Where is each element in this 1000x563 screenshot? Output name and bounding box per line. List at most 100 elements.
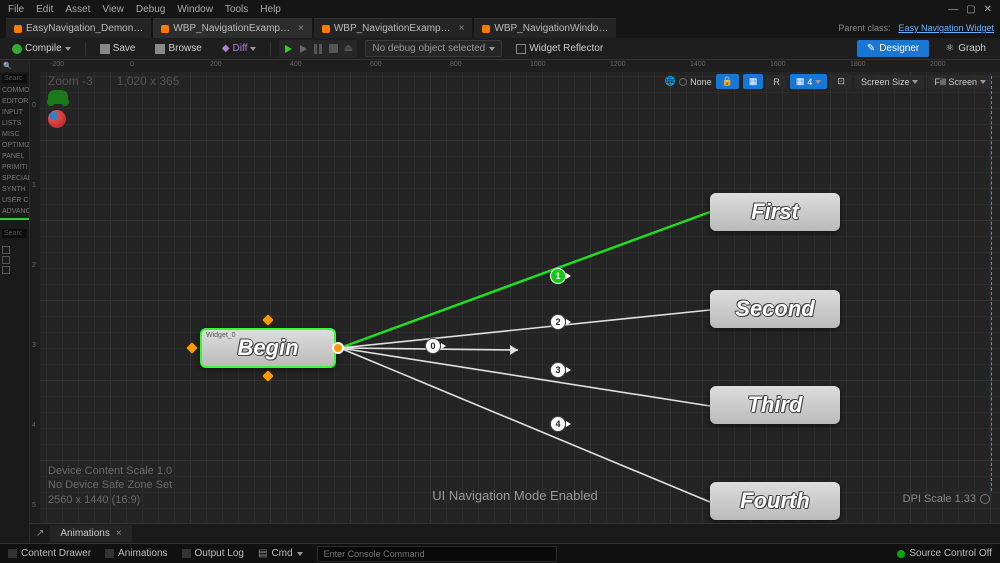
palette-category[interactable]: OPTIMIZ	[0, 140, 29, 151]
hierarchy-search[interactable]: Searc	[2, 229, 27, 238]
nav-pin-1[interactable]: 1	[550, 268, 566, 284]
menu-tools[interactable]: Tools	[225, 4, 248, 15]
ruler-vertical: 012345	[30, 72, 40, 543]
globe-small-icon: 🌐	[665, 76, 676, 87]
film-icon	[105, 549, 114, 558]
palette-category[interactable]: USER CR	[0, 195, 29, 206]
loc-none[interactable]: 🌐None	[665, 76, 712, 87]
close-icon[interactable]: ×	[116, 528, 122, 539]
zoom-fit-button[interactable]: ⊡	[831, 74, 851, 89]
node-target-0[interactable]: First	[710, 193, 840, 231]
nav-pin-3[interactable]: 3	[550, 362, 566, 378]
eject-button[interactable]: ⏏	[341, 42, 355, 56]
play-button[interactable]	[281, 42, 295, 56]
menu-window[interactable]: Window	[177, 4, 213, 15]
tab-2[interactable]: WBP_NavigationExamp… ×	[314, 18, 473, 38]
tab-label: WBP_NavigationWindo…	[494, 23, 608, 34]
palette-category[interactable]: PANEL	[0, 151, 29, 162]
diff-button[interactable]: ◆Diff	[216, 41, 263, 56]
gamepad-icon[interactable]	[48, 90, 68, 104]
minimize-icon[interactable]: —	[948, 4, 958, 15]
pause-button[interactable]	[311, 42, 325, 56]
snap-icon: ▦	[796, 76, 805, 87]
canvas-toolbar: 🌐None 🔒 ▦ R ▦4 ⊡ Screen Size Fill Screen	[665, 74, 992, 89]
output-log-button[interactable]: Output Log	[182, 548, 244, 559]
designer-button[interactable]: ✎Designer	[857, 40, 929, 57]
source-control-button[interactable]: Source Control Off	[897, 548, 992, 559]
menu-debug[interactable]: Debug	[136, 4, 165, 15]
graph-button[interactable]: ⚛Graph	[937, 40, 994, 57]
palette-category[interactable]: SYNTH	[0, 184, 29, 195]
palette-category[interactable]: COMMON	[0, 85, 29, 96]
snap-button[interactable]: ▦4	[790, 74, 828, 89]
close-icon[interactable]: ×	[459, 23, 465, 34]
palette-category[interactable]: PRIMITI	[0, 162, 29, 173]
designer-canvas[interactable]: -200020040060080010001200140016001800200…	[30, 60, 1000, 543]
stop-button[interactable]	[326, 42, 340, 56]
output-port[interactable]	[332, 342, 344, 354]
palette-panel[interactable]: 🔍 Searc COMMONEDITORINPUTLISTSMISCOPTIMI…	[0, 60, 30, 543]
content-drawer-button[interactable]: Content Drawer	[8, 548, 91, 559]
save-icon	[100, 44, 110, 54]
maximize-icon[interactable]: ▢	[966, 4, 975, 15]
screen-size-select[interactable]: Screen Size	[855, 75, 925, 89]
close-icon[interactable]: ×	[298, 23, 304, 34]
node-begin[interactable]: Widget_0 Begin	[200, 328, 336, 368]
play-alt-button[interactable]	[296, 42, 310, 56]
check-icon	[897, 550, 905, 558]
dpi-scale[interactable]: DPI Scale 1.33	[903, 493, 990, 505]
world-icon[interactable]	[48, 110, 66, 128]
tab-3[interactable]: WBP_NavigationWindo…	[474, 18, 616, 38]
menu-help[interactable]: Help	[260, 4, 281, 15]
nav-pin-0[interactable]: 0	[425, 338, 441, 354]
diff-icon: ◆	[222, 43, 230, 54]
cmd-select[interactable]: ▤Cmd	[258, 548, 303, 559]
node-target-2[interactable]: Third	[710, 386, 840, 424]
parent-class-link[interactable]: Easy Navigation Widget	[898, 23, 994, 33]
tab-animations[interactable]: Animations×	[50, 525, 131, 542]
palette-category[interactable]: LISTS	[0, 118, 29, 129]
graph-icon: ⚛	[945, 43, 954, 54]
layout-icon[interactable]	[2, 246, 10, 254]
node-label: Third	[748, 392, 803, 418]
menu-edit[interactable]: Edit	[36, 4, 53, 15]
palette-category[interactable]: SPECIAL	[0, 173, 29, 184]
tab-label: WBP_NavigationExamp…	[334, 23, 451, 34]
log-icon	[182, 549, 191, 558]
lock-button[interactable]: 🔒	[716, 74, 739, 89]
palette-category[interactable]: EDITOR	[0, 96, 29, 107]
navigation-mode-message: UI Navigation Mode Enabled	[432, 488, 598, 503]
nav-pin-4[interactable]: 4	[550, 416, 566, 432]
folder-icon	[8, 549, 17, 558]
fill-screen-select[interactable]: Fill Screen	[928, 75, 992, 89]
save-button[interactable]: Save	[94, 41, 142, 56]
menu-file[interactable]: File	[8, 4, 24, 15]
lock-icon: 🔒	[722, 76, 733, 87]
zoom-info: Zoom -3 1,020 x 365	[48, 74, 179, 88]
menu-view[interactable]: View	[102, 4, 124, 15]
nav-pin-2[interactable]: 2	[550, 314, 566, 330]
palette-category[interactable]: INPUT	[0, 107, 29, 118]
node-target-1[interactable]: Second	[710, 290, 840, 328]
grid-button[interactable]: ▦	[743, 74, 764, 89]
palette-search[interactable]: Searc	[2, 74, 27, 83]
palette-category[interactable]: ADVANCE	[0, 206, 29, 217]
tab-0[interactable]: EasyNavigation_Demon…	[6, 18, 151, 38]
widget-label: Widget_0	[206, 332, 236, 339]
debug-object-select[interactable]: No debug object selected	[365, 40, 502, 57]
browse-button[interactable]: Browse	[149, 41, 207, 56]
node-target-3[interactable]: Fourth	[710, 482, 840, 520]
panel-handle-icon[interactable]: ↗	[30, 528, 50, 539]
console-input[interactable]	[317, 546, 557, 562]
tab-1[interactable]: WBP_NavigationExamp…×	[153, 18, 312, 38]
close-icon[interactable]: ✕	[984, 4, 992, 15]
layout-icon[interactable]	[2, 256, 10, 264]
menu-asset[interactable]: Asset	[65, 4, 90, 15]
compile-button[interactable]: Compile	[6, 41, 77, 56]
palette-category[interactable]: MISC	[0, 129, 29, 140]
animations-button[interactable]: Animations	[105, 548, 167, 559]
widget-reflector-button[interactable]: Widget Reflector	[510, 41, 609, 56]
r-button[interactable]: R	[767, 75, 786, 89]
gear-icon[interactable]	[980, 494, 990, 504]
layout-icon[interactable]	[2, 266, 10, 274]
